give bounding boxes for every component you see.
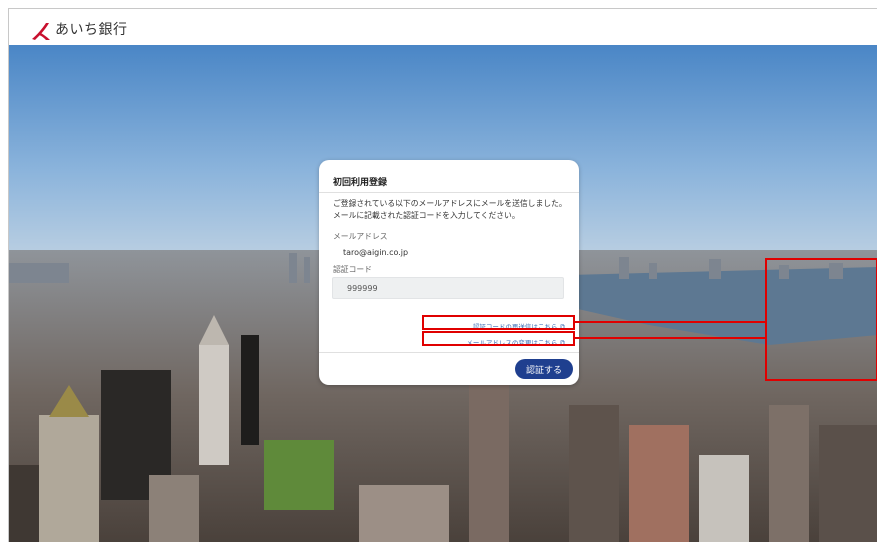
site-header: あいち銀行 [9, 9, 877, 45]
resend-code-link[interactable]: 認証コードの再送信はこちら ⧉ [473, 321, 565, 332]
verify-button[interactable]: 認証する [515, 359, 573, 379]
resend-code-link-label: 認証コードの再送信はこちら [472, 323, 558, 331]
external-link-icon: ⧉ [560, 339, 565, 347]
initial-registration-dialog: 初回利用登録 ご登録されている以下のメールアドレスにメールを送信しました。メール… [319, 160, 579, 385]
title-divider [319, 192, 579, 193]
external-link-icon: ⧉ [560, 323, 565, 331]
dialog-title: 初回利用登録 [333, 178, 388, 188]
change-email-link-label: メールアドレスの変更はこちら [466, 339, 558, 347]
change-email-link[interactable]: メールアドレスの変更はこちら ⧉ [466, 337, 565, 348]
app-frame: あいち銀行 初回利用登録 ご登録されている以下のメールアドレスにメールを送信しま… [8, 8, 877, 542]
bank-name: あいち銀行 [55, 22, 128, 38]
dialog-description: ご登録されている以下のメールアドレスにメールを送信しました。メールに記載された認… [333, 199, 567, 220]
code-label: 認証コード [333, 265, 372, 274]
aichi-bank-logo-icon[interactable] [31, 21, 51, 41]
footer-divider [319, 352, 579, 353]
email-label: メールアドレス [333, 232, 388, 241]
email-value: taro@aigin.co.jp [343, 248, 409, 257]
verification-code-input[interactable] [332, 277, 564, 299]
